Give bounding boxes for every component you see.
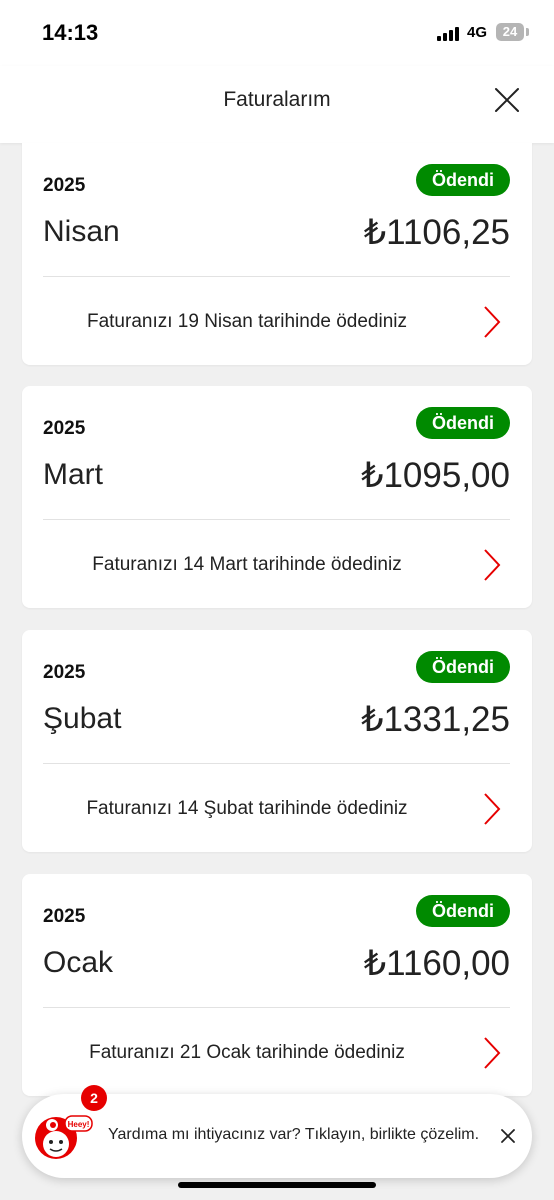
invoice-card-subat: 2025 Ödendi Şubat ₺1331,25 Faturanızı 14… <box>22 630 532 852</box>
home-indicator <box>178 1182 376 1188</box>
invoice-year: 2025 <box>43 906 86 927</box>
chevron-right-icon <box>484 793 501 825</box>
chevron-right-icon <box>484 1037 501 1069</box>
invoice-year: 2025 <box>43 418 86 439</box>
invoice-month: Nisan <box>43 215 120 248</box>
invoice-card-nisan: 2025 Ödendi Nisan ₺1106,25 Faturanızı 19… <box>22 143 532 365</box>
status-bar: 14:13 4G 24 <box>0 0 554 66</box>
status-time: 14:13 <box>42 20 99 45</box>
invoice-year: 2025 <box>43 662 86 683</box>
invoice-month: Mart <box>43 458 103 491</box>
battery-tip <box>526 28 529 36</box>
page-title: Faturalarım <box>223 88 331 111</box>
help-chat-banner[interactable]: Heey! 2 Yardıma mı ihtiyacınız var? Tıkl… <box>22 1085 532 1178</box>
invoice-detail-link[interactable]: Faturanızı 21 Ocak tarihinde ödediniz <box>22 1008 532 1096</box>
invoice-amount: ₺1160,00 <box>363 944 510 983</box>
nav-header: Faturalarım <box>0 66 554 143</box>
battery-icon: 24 <box>496 23 524 41</box>
assistant-mascot-icon: Heey! <box>35 1115 93 1159</box>
invoice-month: Şubat <box>43 702 122 735</box>
invoice-amount: ₺1106,25 <box>363 213 510 252</box>
cellular-signal-icon <box>437 27 463 41</box>
invoice-month: Ocak <box>43 946 114 979</box>
invoice-detail-link[interactable]: Faturanızı 19 Nisan tarihinde ödediniz <box>22 277 532 365</box>
payment-note: Faturanızı 14 Şubat tarihinde ödediniz <box>86 798 408 819</box>
invoice-detail-link[interactable]: Faturanızı 14 Şubat tarihinde ödediniz <box>22 764 532 852</box>
chevron-right-icon <box>484 549 501 581</box>
status-badge: Ödendi <box>416 407 510 439</box>
chevron-right-icon <box>484 306 501 338</box>
payment-note: Faturanızı 19 Nisan tarihinde ödediniz <box>86 311 408 332</box>
status-badge: Ödendi <box>416 164 510 196</box>
invoice-year: 2025 <box>43 175 86 196</box>
invoice-card-ocak: 2025 Ödendi Ocak ₺1160,00 Faturanızı 21 … <box>22 874 532 1096</box>
status-badge: Ödendi <box>416 651 510 683</box>
mascot-label: Heey! <box>68 1120 90 1129</box>
invoice-detail-link[interactable]: Faturanızı 14 Mart tarihinde ödediniz <box>22 520 532 608</box>
invoice-amount: ₺1331,25 <box>361 700 510 739</box>
network-type: 4G <box>467 24 488 41</box>
invoice-amount: ₺1095,00 <box>361 456 510 495</box>
payment-note: Faturanızı 14 Mart tarihinde ödediniz <box>92 554 402 575</box>
close-icon[interactable] <box>491 84 523 116</box>
invoice-card-mart: 2025 Ödendi Mart ₺1095,00 Faturanızı 14 … <box>22 386 532 608</box>
help-message: Yardıma mı ihtiyacınız var? Tıklayın, bi… <box>108 1126 480 1143</box>
payment-note: Faturanızı 21 Ocak tarihinde ödediniz <box>89 1042 405 1063</box>
close-icon[interactable] <box>498 1126 518 1146</box>
status-badge: Ödendi <box>416 895 510 927</box>
notification-badge: 2 <box>81 1085 107 1111</box>
